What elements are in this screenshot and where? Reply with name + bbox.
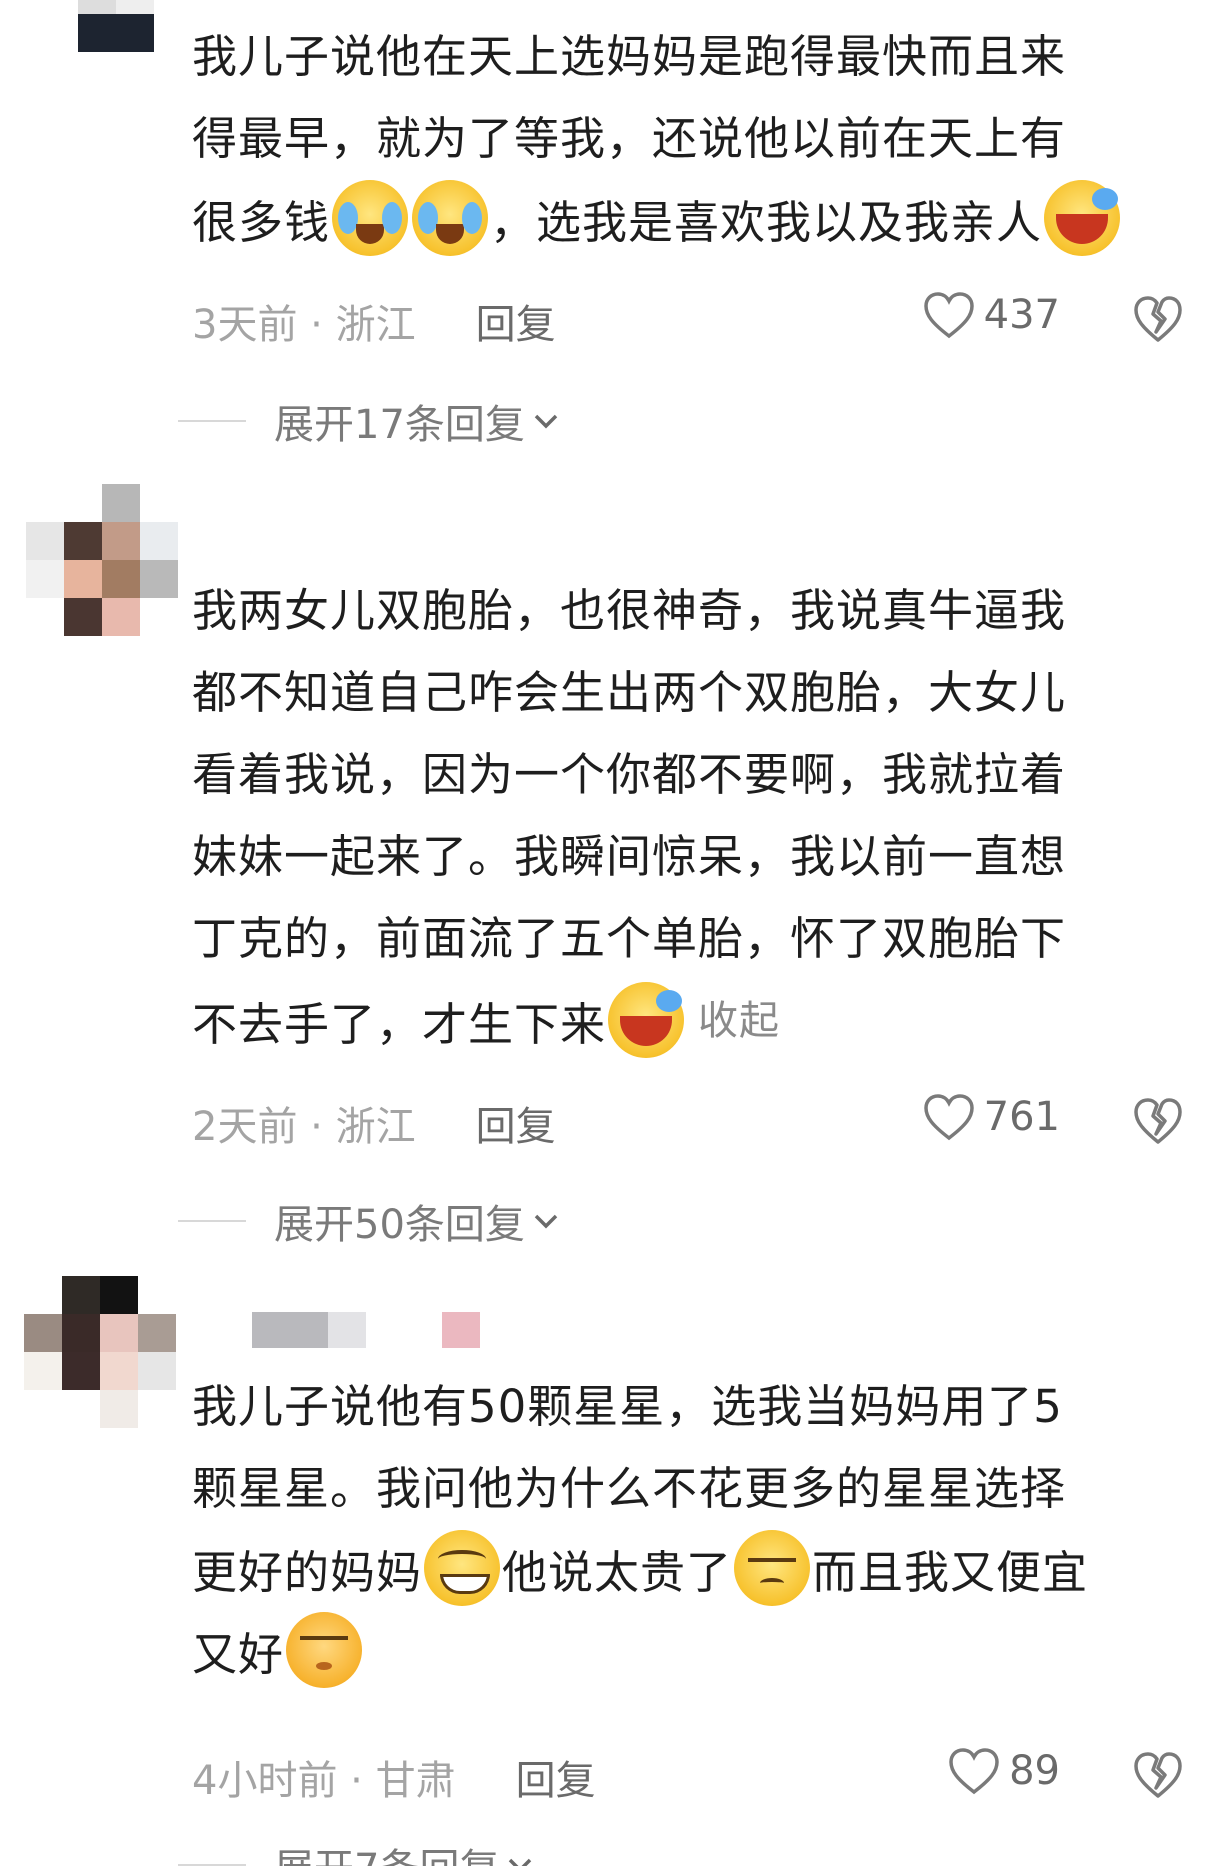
like-count: 89	[1009, 1748, 1060, 1794]
username[interactable]	[252, 1312, 480, 1348]
comment-text-segment: ，选我是喜欢我以及我亲人	[490, 196, 1043, 249]
avatar[interactable]	[24, 1276, 176, 1428]
expand-replies-button[interactable]: 展开17条回复	[178, 392, 561, 450]
dislike-icon[interactable]	[1132, 1750, 1184, 1800]
comment-text-segment: 我儿子说他有50颗星星，选我当妈妈用了5	[192, 1380, 1063, 1433]
reply-button[interactable]: 回复	[476, 302, 556, 348]
annoyed-emoji	[734, 1530, 811, 1606]
expand-replies-button[interactable]: 展开7条回复	[178, 1836, 535, 1866]
heart-icon	[923, 1094, 974, 1141]
comment-line: 妹妹一起来了。我瞬间惊呆，我以前一直想	[192, 816, 1192, 898]
expand-replies-label: 展开7条回复	[274, 1836, 499, 1866]
comment-text-segment: 妹妹一起来了。我瞬间惊呆，我以前一直想	[192, 830, 1067, 883]
laughing-tears-emoji	[608, 982, 685, 1058]
comment-meta: 3天前 · 浙江 回复	[192, 292, 556, 350]
comment-text-segment: 更好的妈妈	[192, 1546, 423, 1599]
collapse-button[interactable]: 收起	[698, 998, 780, 1044]
chevron-down-icon	[534, 414, 558, 429]
comment-time: 3天前	[192, 302, 298, 348]
comment-text-segment: 而且我又便宜	[812, 1546, 1089, 1599]
heart-icon	[923, 292, 974, 339]
chevron-down-icon	[509, 1858, 532, 1866]
reply-button[interactable]: 回复	[476, 1104, 556, 1150]
comment-line: 看着我说，因为一个你都不要啊，我就拉着	[192, 734, 1192, 816]
comment-text-segment: 都不知道自己咋会生出两个双胞胎，大女儿	[192, 666, 1067, 719]
comment-text-segment: 不去手了，才生下来	[192, 998, 607, 1051]
comment-location: 浙江	[335, 1104, 416, 1150]
comment-line: 得最早，就为了等我，还说他以前在天上有	[192, 98, 1192, 180]
comment-line: 我两女儿双胞胎，也很神奇，我说真牛逼我	[192, 570, 1192, 652]
comment-meta: 2天前 · 浙江 回复	[192, 1094, 556, 1152]
like-button[interactable]: 437	[922, 290, 1060, 340]
chevron-down-icon	[534, 1214, 558, 1229]
comment-time: 4小时前	[192, 1758, 338, 1804]
comment-text-segment: 颗星星。我问他为什么不花更多的星星选择	[192, 1462, 1067, 1515]
comment-line: 我儿子说他有50颗星星，选我当妈妈用了5	[192, 1366, 1192, 1448]
reply-button[interactable]: 回复	[516, 1758, 596, 1804]
expand-replies-label: 展开50条回复	[274, 1202, 525, 1248]
comment-text-segment: 我儿子说他在天上选妈妈是跑得最快而且来	[192, 30, 1067, 83]
expand-replies-label: 展开17条回复	[274, 402, 525, 448]
meta-separator: ·	[297, 1104, 336, 1150]
comment-line: 我儿子说他在天上选妈妈是跑得最快而且来	[192, 16, 1192, 98]
comment-text-segment: 很多钱	[192, 196, 331, 249]
comment-text-segment: 得最早，就为了等我，还说他以前在天上有	[192, 112, 1067, 165]
cry-emoji	[412, 180, 489, 256]
comment-text: 我儿子说他有50颗星星，选我当妈妈用了5 颗星星。我问他为什么不花更多的星星选择更…	[192, 1366, 1192, 1694]
comment-line: 颗星星。我问他为什么不花更多的星星选择	[192, 1448, 1192, 1530]
meta-separator: ·	[337, 1758, 376, 1804]
dislike-icon[interactable]	[1132, 1096, 1184, 1146]
comment-text-segment: 他说太贵了	[502, 1546, 733, 1599]
comment-line: 不去手了，才生下来 收起	[192, 980, 1192, 1062]
comment-line: 丁克的，前面流了五个单胎，怀了双胞胎下	[192, 898, 1192, 980]
comment-text: 我两女儿双胞胎，也很神奇，我说真牛逼我 都不知道自己咋会生出两个双胞胎，大女儿 看着…	[192, 570, 1192, 1062]
dislike-icon[interactable]	[1132, 294, 1184, 344]
avatar[interactable]	[40, 0, 192, 52]
comment-text-segment: 看着我说，因为一个你都不要啊，我就拉着	[192, 748, 1067, 801]
divider	[178, 420, 246, 422]
comment-text-segment: 丁克的，前面流了五个单胎，怀了双胞胎下	[192, 912, 1067, 965]
comment-line: 很多钱 ，选我是喜欢我以及我亲人	[192, 180, 1192, 262]
comment-line: 又好	[192, 1612, 1192, 1694]
like-count: 761	[983, 1094, 1060, 1140]
like-button[interactable]: 89	[947, 1746, 1060, 1796]
grin-emoji	[424, 1530, 501, 1606]
heart-icon	[949, 1748, 999, 1795]
expand-replies-button[interactable]: 展开50条回复	[178, 1192, 561, 1250]
comment-meta: 4小时前 · 甘肃 回复	[192, 1748, 596, 1806]
comment-time: 2天前	[192, 1104, 298, 1150]
avatar[interactable]	[26, 484, 178, 636]
comment-location: 甘肃	[375, 1758, 456, 1804]
comment-text-segment: 我两女儿双胞胎，也很神奇，我说真牛逼我	[192, 584, 1067, 637]
like-button[interactable]: 761	[922, 1092, 1060, 1142]
smug-emoji	[286, 1612, 363, 1688]
cry-emoji	[332, 180, 409, 256]
comment-text: 我儿子说他在天上选妈妈是跑得最快而且来 得最早，就为了等我，还说他以前在天上有 很多…	[192, 16, 1192, 262]
comment-line: 更好的妈妈 他说太贵了 而且我又便宜	[192, 1530, 1192, 1612]
meta-separator: ·	[297, 302, 336, 348]
comment-line: 都不知道自己咋会生出两个双胞胎，大女儿	[192, 652, 1192, 734]
laughing-tears-emoji	[1044, 180, 1121, 256]
divider	[178, 1220, 246, 1222]
like-count: 437	[983, 292, 1060, 338]
comment-text-segment: 又好	[192, 1628, 285, 1681]
comment-location: 浙江	[335, 302, 416, 348]
